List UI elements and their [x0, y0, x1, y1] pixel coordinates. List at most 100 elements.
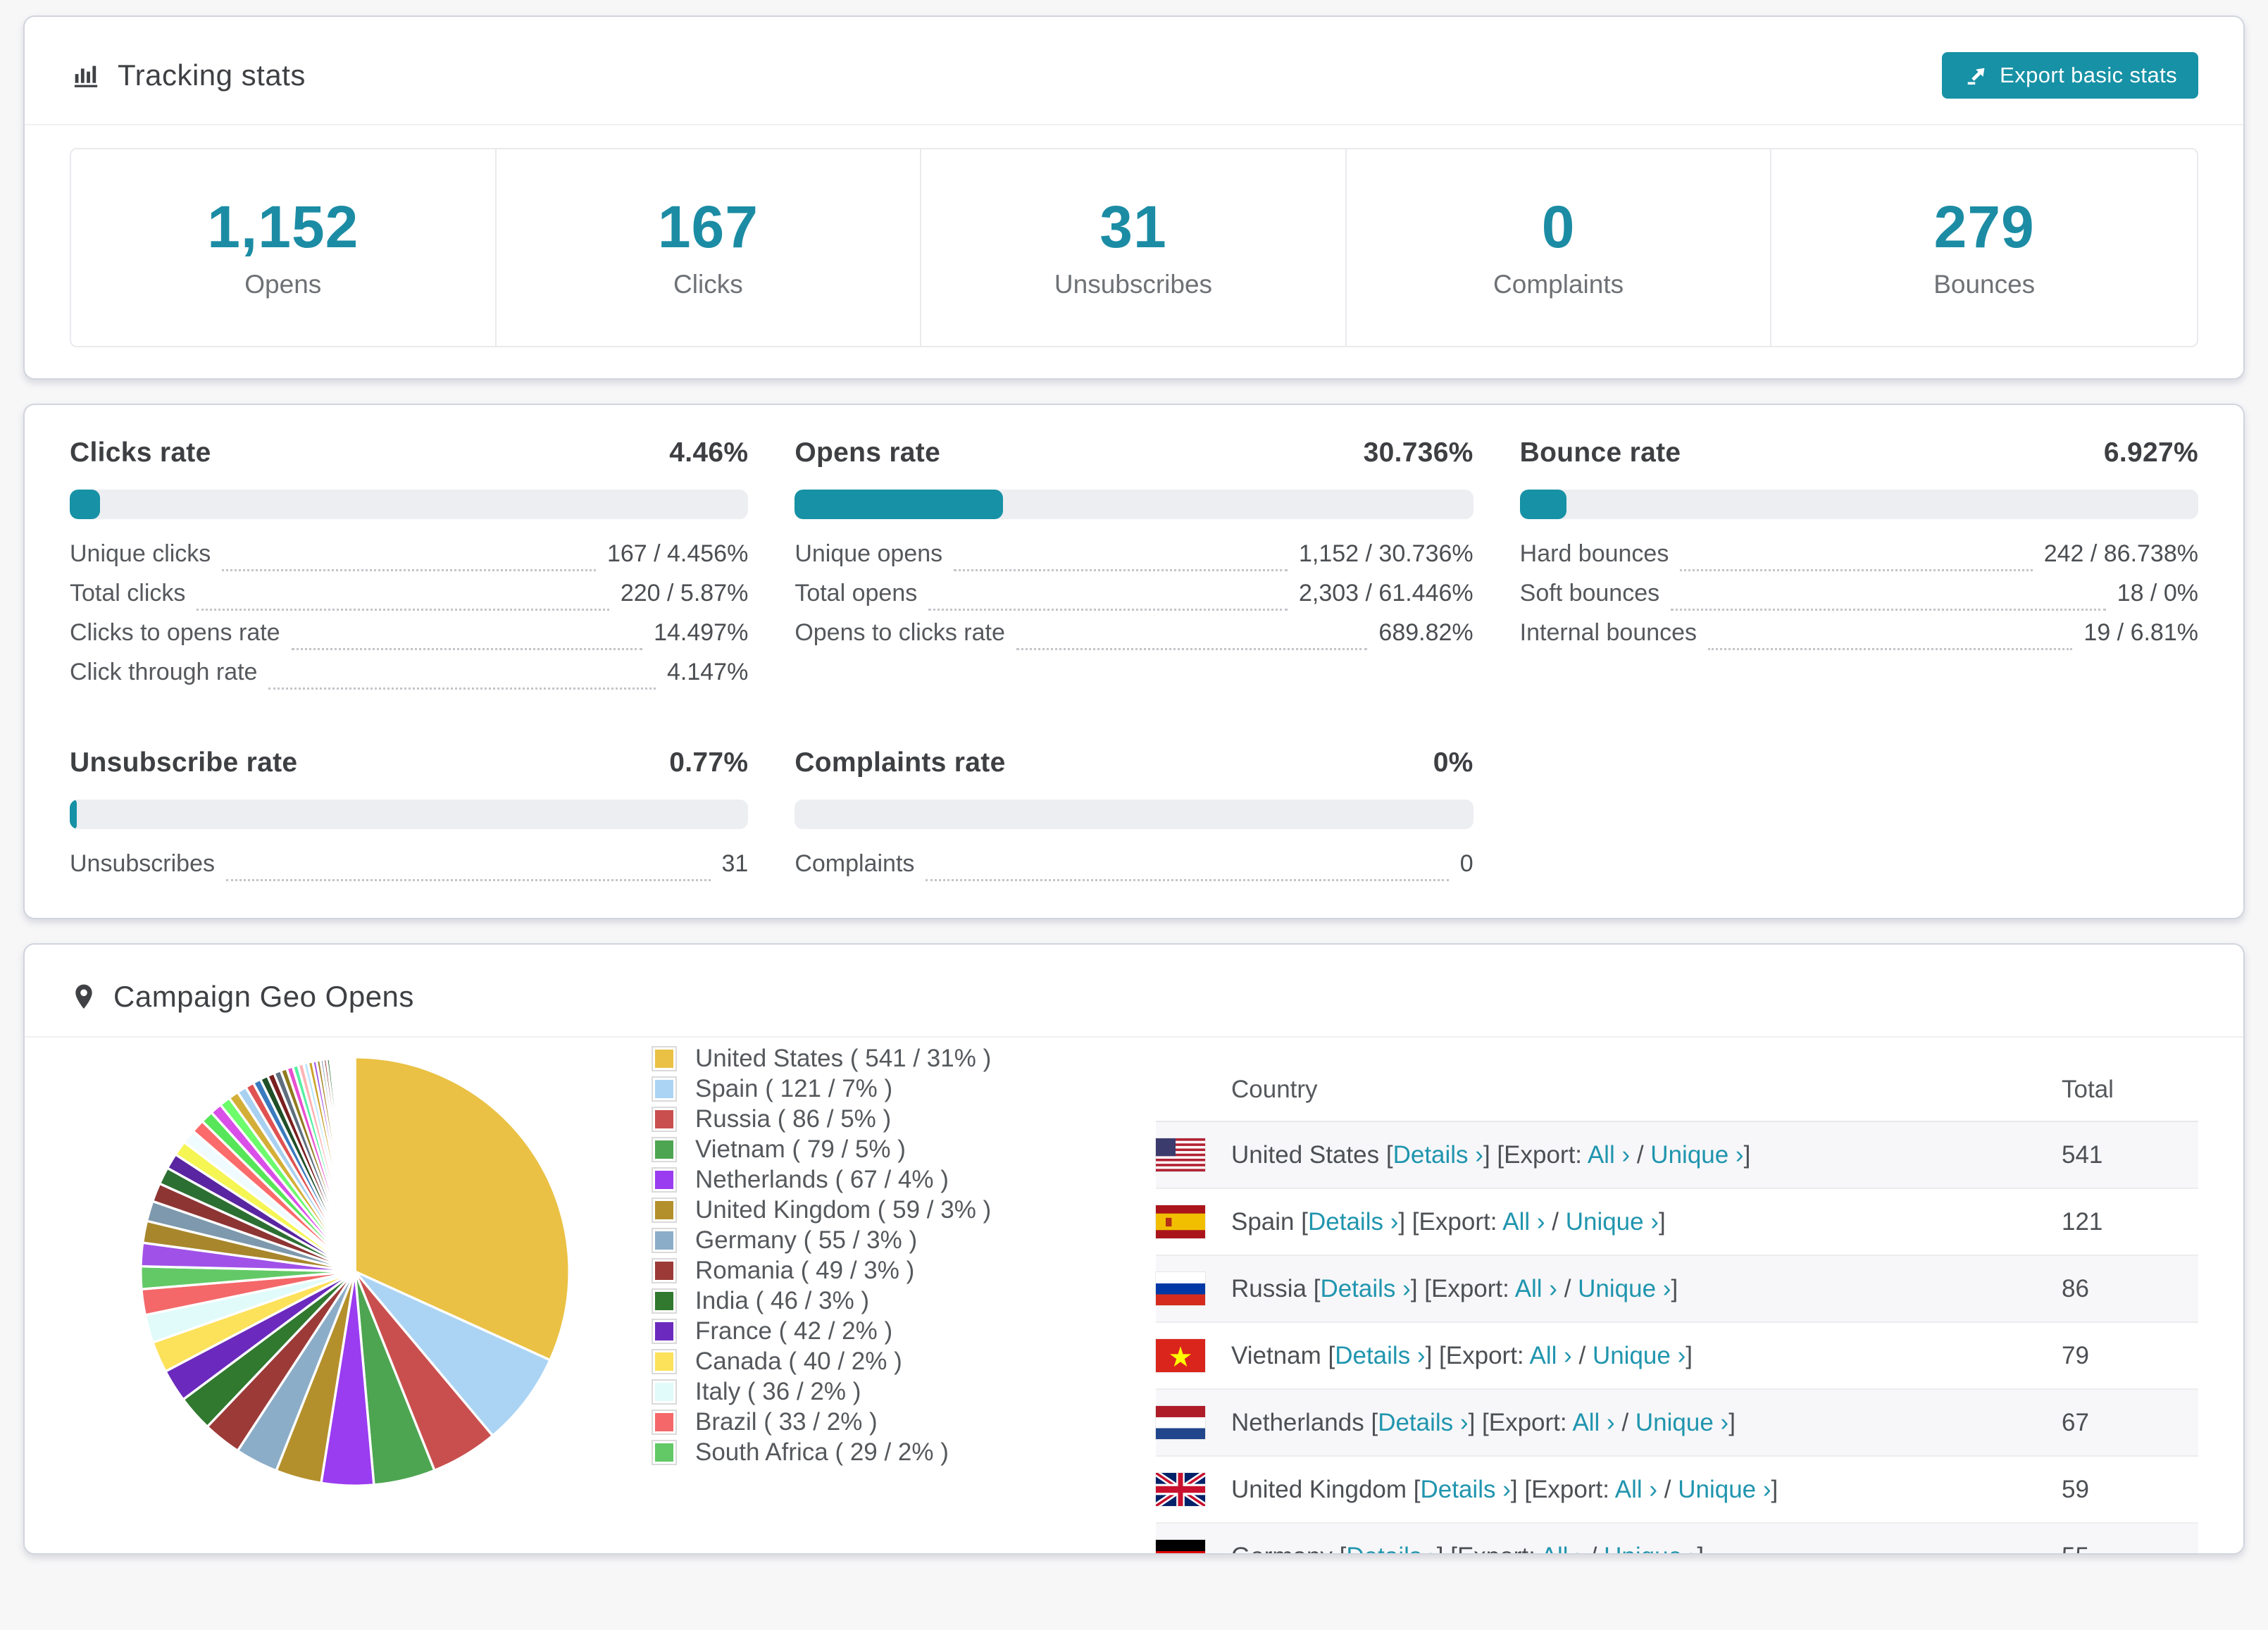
legend-item-romania[interactable]: Romania ( 49 / 3% ) — [652, 1255, 1091, 1286]
rate-row-click-through-rate: Click through rate 4.147% — [70, 659, 748, 698]
rate-block-complaints-rate: Complaints rate 0% Complaints 0 — [795, 747, 1473, 890]
geo-details-link[interactable]: Details › — [1378, 1409, 1468, 1436]
geo-country-name: United States — [1231, 1140, 1380, 1169]
legend-swatch — [652, 1257, 677, 1283]
rate-row-label: Total opens — [795, 580, 918, 606]
rate-progress-fill — [795, 490, 1004, 519]
legend-item-spain[interactable]: Spain ( 121 / 7% ) — [652, 1074, 1091, 1104]
legend-item-canada[interactable]: Canada ( 40 / 2% ) — [652, 1346, 1091, 1376]
stat-value-opens: 1,152 — [207, 194, 359, 260]
geo-export-all-link[interactable]: All › — [1541, 1543, 1583, 1554]
geo-export-all-link[interactable]: All › — [1502, 1208, 1545, 1236]
legend-item-france[interactable]: France ( 42 / 2% ) — [652, 1316, 1091, 1346]
geo-details-link[interactable]: Details › — [1421, 1476, 1511, 1503]
rate-title: Bounce rate — [1519, 437, 1681, 468]
geo-details-link[interactable]: Details › — [1308, 1208, 1398, 1236]
geo-export-unique-link[interactable]: Unique › — [1650, 1141, 1743, 1169]
geo-country-cell: Spain [Details ›] [Export: All › / Uniqu… — [1231, 1207, 1666, 1236]
stat-label-clicks: Clicks — [673, 270, 743, 299]
rate-row-value: 242 / 86.738% — [2043, 540, 2198, 567]
pie-slice-other[interactable] — [353, 1056, 356, 1272]
geo-export-unique-link[interactable]: Unique › — [1578, 1275, 1671, 1302]
export-basic-stats-button[interactable]: Export basic stats — [1942, 52, 2198, 99]
rate-progress-track — [70, 490, 749, 519]
legend-label: United Kingdom ( 59 / 3% ) — [695, 1195, 992, 1224]
geo-country-name: Russia — [1231, 1274, 1307, 1302]
geo-export-unique-link[interactable]: Unique › — [1635, 1409, 1728, 1436]
legend-swatch — [652, 1318, 677, 1344]
rate-rows: Unsubscribes 31 — [70, 850, 748, 890]
geo-country-name: Spain — [1231, 1207, 1295, 1236]
legend-item-united-states[interactable]: United States ( 541 / 31% ) — [652, 1043, 1091, 1074]
geo-row-vietnam: Vietnam [Details ›] [Export: All › / Uni… — [1156, 1323, 2198, 1390]
legend-item-brazil[interactable]: Brazil ( 33 / 2% ) — [652, 1407, 1091, 1437]
rate-row-internal-bounces: Internal bounces 19 / 6.81% — [1520, 619, 2198, 659]
pie-svg — [139, 1056, 571, 1487]
geo-details-link[interactable]: Details › — [1393, 1141, 1483, 1169]
geo-export-all-link[interactable]: All › — [1572, 1409, 1614, 1436]
legend-item-south-africa[interactable]: South Africa ( 29 / 2% ) — [652, 1437, 1091, 1467]
legend-swatch — [652, 1076, 677, 1102]
legend-item-italy[interactable]: Italy ( 36 / 2% ) — [652, 1376, 1091, 1407]
geo-export-unique-link[interactable]: Unique › — [1566, 1208, 1659, 1236]
stat-label-opens: Opens — [244, 270, 322, 299]
legend-swatch — [652, 1106, 677, 1132]
legend-label: Netherlands ( 67 / 4% ) — [695, 1165, 949, 1193]
geo-country-cell: Russia [Details ›] [Export: All › / Uniq… — [1231, 1274, 1678, 1302]
rates-grid: Clicks rate 4.46% Unique clicks 167 / 4.456… — [70, 437, 2198, 890]
geo-export-unique-link[interactable]: Unique › — [1604, 1543, 1697, 1554]
geo-export-prefix: Export: — [1445, 1341, 1524, 1369]
rate-row-label: Unique opens — [795, 540, 943, 567]
stat-value-bounces: 279 — [1933, 194, 2035, 260]
stat-complaints: 0 Complaints — [1347, 149, 1772, 346]
legend-item-united-kingdom[interactable]: United Kingdom ( 59 / 3% ) — [652, 1195, 1091, 1225]
legend-swatch — [652, 1227, 677, 1253]
geo-export-all-link[interactable]: All › — [1515, 1275, 1557, 1302]
legend-swatch — [652, 1409, 677, 1435]
rate-row-label: Clicks to opens rate — [70, 619, 280, 646]
geo-row-netherlands: Netherlands [Details ›] [Export: All › /… — [1156, 1390, 2198, 1457]
legend-item-india[interactable]: India ( 46 / 3% ) — [652, 1286, 1091, 1316]
legend-item-russia[interactable]: Russia ( 86 / 5% ) — [652, 1104, 1091, 1134]
legend-label: Spain ( 121 / 7% ) — [695, 1074, 893, 1102]
legend-item-vietnam[interactable]: Vietnam ( 79 / 5% ) — [652, 1134, 1091, 1164]
geo-export-all-link[interactable]: All › — [1588, 1141, 1630, 1169]
legend-item-germany[interactable]: Germany ( 55 / 3% ) — [652, 1225, 1091, 1255]
geo-row-united-states: United States [Details ›] [Export: All ›… — [1156, 1122, 2198, 1189]
flag-icon-gb — [1156, 1473, 1205, 1506]
stat-label-complaints: Complaints — [1493, 270, 1624, 299]
legend-item-netherlands[interactable]: Netherlands ( 67 / 4% ) — [652, 1164, 1091, 1195]
geo-header: Campaign Geo Opens — [25, 945, 2243, 1038]
tracking-stats-title-text: Tracking stats — [118, 58, 306, 92]
rate-row-value: 19 / 6.81% — [2083, 619, 2198, 646]
rate-value: 0% — [1433, 747, 1473, 778]
geo-details-link[interactable]: Details › — [1346, 1543, 1436, 1554]
geo-export-unique-link[interactable]: Unique › — [1593, 1342, 1686, 1369]
rate-row-value: 18 / 0% — [2117, 580, 2198, 606]
rate-row-label: Soft bounces — [1519, 580, 1660, 606]
rate-value: 4.46% — [669, 437, 749, 468]
rate-progress-track — [795, 490, 1473, 519]
geo-export-all-link[interactable]: All › — [1615, 1476, 1657, 1503]
export-icon — [1967, 68, 1985, 85]
rate-row-value: 14.497% — [654, 619, 749, 646]
geo-export-unique-link[interactable]: Unique › — [1678, 1476, 1771, 1503]
geo-export-all-link[interactable]: All › — [1529, 1342, 1571, 1369]
legend-swatch — [652, 1045, 677, 1071]
geo-details-link[interactable]: Details › — [1320, 1275, 1410, 1302]
geo-total-cell: 541 — [2062, 1140, 2103, 1169]
geo-row-germany: Germany [Details ›] [Export: All › / Uni… — [1156, 1524, 2198, 1554]
geo-details-link[interactable]: Details › — [1335, 1342, 1425, 1369]
legend-swatch — [652, 1136, 677, 1162]
rate-row-value: 31 — [721, 850, 749, 877]
rate-row-label: Hard bounces — [1519, 540, 1669, 567]
legend-label: Germany ( 55 / 3% ) — [695, 1226, 918, 1254]
stat-opens: 1,152 Opens — [71, 149, 497, 346]
rate-title: Unsubscribe rate — [70, 747, 298, 778]
flag-icon-us — [1156, 1138, 1205, 1171]
rate-head-clicks-rate: Clicks rate 4.46% — [70, 437, 748, 468]
legend-swatch — [652, 1288, 677, 1314]
rate-row-value: 1,152 / 30.736% — [1299, 540, 1473, 567]
geo-country-cell: Netherlands [Details ›] [Export: All › /… — [1231, 1408, 1736, 1436]
rate-rows: Unique clicks 167 / 4.456% Total clicks 220… — [70, 540, 748, 698]
